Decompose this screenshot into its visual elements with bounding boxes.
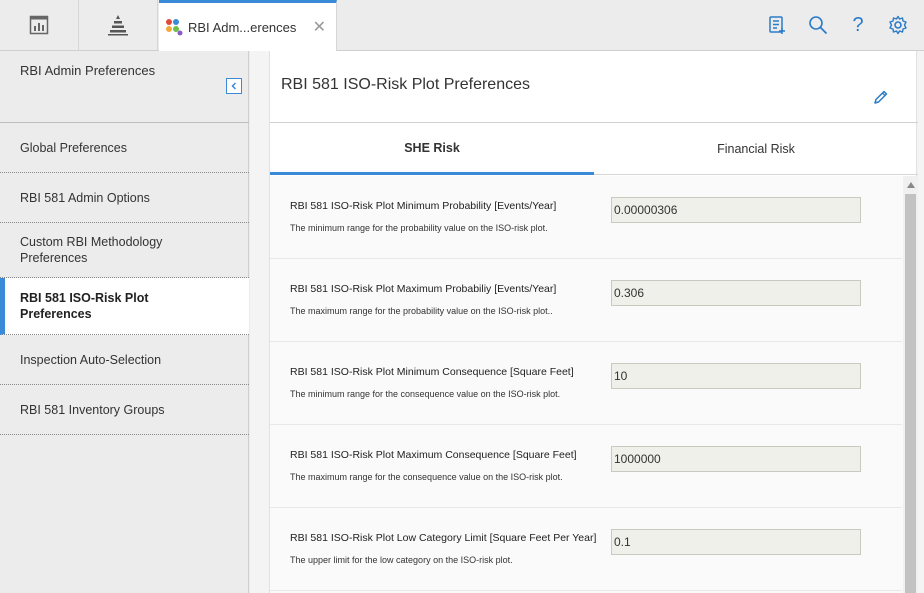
preference-description: The minimum range for the consequence va… — [290, 389, 561, 399]
hierarchy-icon — [108, 15, 128, 36]
vertical-scrollbar[interactable] — [903, 176, 918, 593]
tab-label: RBI Adm...erences — [188, 19, 297, 35]
edit-button[interactable] — [872, 88, 890, 106]
settings-icon — [889, 15, 907, 35]
sidebar-item-label: Custom RBI Methodology Preferences — [20, 235, 163, 265]
sidebar-item-label: Inspection Auto-Selection — [20, 352, 162, 367]
sidebar-item-label: RBI 581 Inventory Groups — [20, 402, 165, 417]
risk-tabs: SHE Risk Financial Risk — [270, 123, 918, 175]
preference-label: RBI 581 ISO-Risk Plot Minimum Consequenc… — [290, 366, 574, 378]
sidebar-title: RBI Admin Preferences — [20, 63, 156, 78]
preference-row: RBI 581 ISO-Risk Plot Maximum Probabiliy… — [270, 259, 902, 342]
sidebar-item-label: Global Preferences — [20, 140, 128, 155]
sidebar: RBI Admin Preferences Global Preferences… — [0, 51, 249, 593]
preference-row: RBI 581 ISO-Risk Plot Minimum Consequenc… — [270, 342, 902, 425]
sidebar-item-label: RBI 581 ISO-Risk Plot Preferences — [20, 291, 149, 321]
sidebar-item-custom-rbi-methodology-preferences[interactable]: Custom RBI Methodology Preferences — [0, 223, 249, 278]
low-category-limit-field[interactable]: 0.1 — [611, 529, 861, 555]
page-title: RBI 581 ISO-Risk Plot Preferences — [281, 76, 530, 93]
preference-description: The maximum range for the probability va… — [290, 306, 553, 316]
sidebar-item-rbi-581-inventory-groups[interactable]: RBI 581 Inventory Groups — [0, 385, 249, 435]
settings-button[interactable] — [878, 0, 918, 50]
help-icon[interactable]: ? — [838, 0, 878, 50]
tab-she-risk[interactable]: SHE Risk — [270, 123, 594, 175]
search-button[interactable] — [798, 0, 838, 50]
sidebar-item-inspection-auto-selection[interactable]: Inspection Auto-Selection — [0, 335, 249, 385]
dashboard-button[interactable] — [0, 0, 79, 50]
tab-rbi-admin-preferences[interactable]: RBI Adm...erences ✕ — [159, 0, 337, 51]
preference-label: RBI 581 ISO-Risk Plot Maximum Consequenc… — [290, 449, 577, 461]
preference-description: The minimum range for the probability va… — [290, 223, 548, 233]
collapse-icon — [231, 82, 237, 90]
close-icon[interactable]: ✕ — [313, 17, 326, 37]
app-logo-icon — [166, 19, 183, 36]
max-probability-field[interactable]: 0.306 — [611, 280, 861, 306]
scroll-up-arrow[interactable] — [903, 180, 918, 190]
preference-description: The maximum range for the consequence va… — [290, 472, 563, 482]
tab-financial-risk[interactable]: Financial Risk — [594, 123, 918, 175]
preference-row: RBI 581 ISO-Risk Plot Minimum Probabilit… — [270, 176, 902, 259]
preference-row: RBI 581 ISO-Risk Plot Maximum Consequenc… — [270, 425, 902, 508]
preference-row: RBI 581 ISO-Risk Plot Low Category Limit… — [270, 508, 902, 591]
sidebar-item-rbi-581-iso-risk-plot-preferences[interactable]: RBI 581 ISO-Risk Plot Preferences — [0, 278, 249, 335]
sidebar-item-global-preferences[interactable]: Global Preferences — [0, 123, 249, 173]
search-icon — [809, 16, 828, 35]
preference-label: RBI 581 ISO-Risk Plot Maximum Probabiliy… — [290, 283, 557, 295]
min-probability-field[interactable]: 0.00000306 — [611, 197, 861, 223]
main-area: RBI 581 ISO-Risk Plot Preferences SHE Ri… — [250, 51, 924, 593]
top-bar: RBI Adm...erences ✕ ? — [0, 0, 924, 51]
scrollbar-thumb[interactable] — [905, 194, 916, 593]
sidebar-item-label: RBI 581 Admin Options — [20, 190, 150, 205]
preference-description: The upper limit for the low category on … — [290, 555, 513, 565]
preference-label: RBI 581 ISO-Risk Plot Minimum Probabilit… — [290, 200, 557, 212]
preferences-list: RBI 581 ISO-Risk Plot Minimum Probabilit… — [270, 176, 918, 593]
min-consequence-field[interactable]: 10 — [611, 363, 861, 389]
preferences-panel: RBI 581 ISO-Risk Plot Preferences SHE Ri… — [269, 51, 918, 593]
sidebar-item-rbi-581-admin-options[interactable]: RBI 581 Admin Options — [0, 173, 249, 223]
task-list-icon — [769, 16, 785, 34]
dashboard-icon — [29, 15, 49, 35]
preference-label: RBI 581 ISO-Risk Plot Low Category Limit… — [290, 532, 597, 544]
hierarchy-button[interactable] — [79, 0, 158, 50]
edit-icon — [874, 90, 888, 104]
max-consequence-field[interactable]: 1000000 — [611, 446, 861, 472]
collapse-sidebar-button[interactable] — [226, 78, 242, 94]
task-list-button[interactable] — [757, 0, 797, 50]
